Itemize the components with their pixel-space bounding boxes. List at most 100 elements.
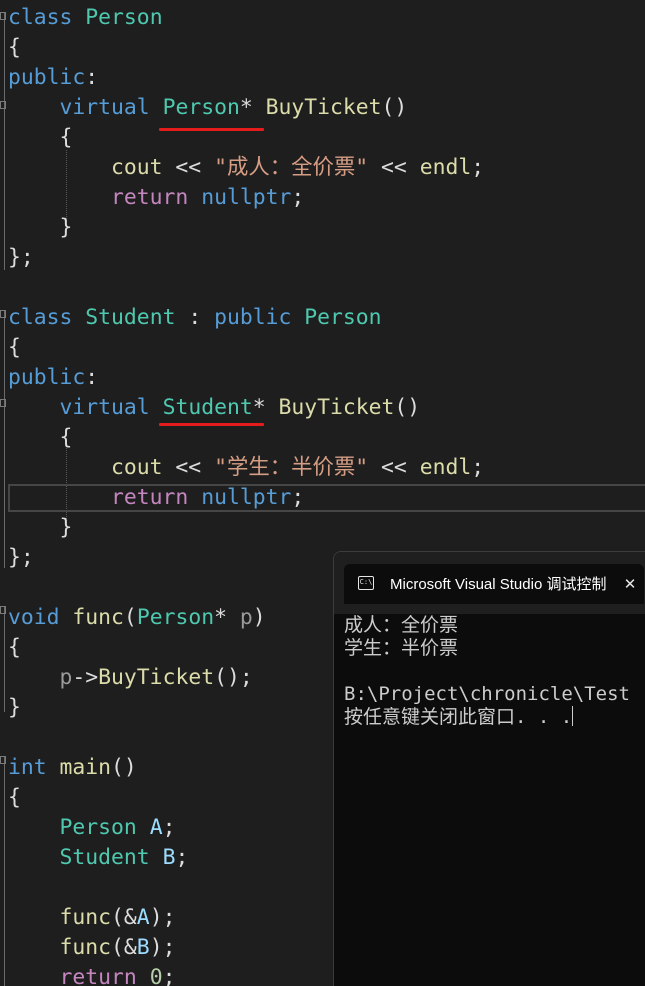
code-token: ;: [471, 454, 485, 480]
code-line[interactable]: cout << "学生：半价票" << endl;: [8, 453, 484, 483]
fold-region-line: [4, 12, 5, 270]
code-token: return: [59, 964, 137, 986]
fold-toggle-icon[interactable]: [0, 12, 6, 20]
code-token: }: [8, 694, 21, 720]
console-output[interactable]: 成人：全价票 学生：半价票 B:\Project\chronicle\Test …: [334, 614, 645, 986]
code-line[interactable]: Student B;: [8, 843, 189, 873]
code-token: virtual: [59, 94, 150, 120]
code-line[interactable]: return nullptr;: [8, 183, 304, 213]
code-token: A: [149, 814, 163, 840]
console-line: B:\Project\chronicle\Test: [344, 683, 630, 705]
console-line-prompt: 按任意键关闭此窗口. . .: [344, 706, 574, 729]
code-token: public: [214, 304, 292, 330]
code-token: func: [59, 904, 112, 930]
code-token: cout: [111, 154, 163, 180]
fold-toggle-icon[interactable]: [0, 399, 6, 407]
code-line[interactable]: p->BuyTicket();: [8, 663, 253, 693]
code-token: public: [8, 364, 86, 390]
code-token: func: [59, 934, 112, 960]
code-token: ;: [471, 154, 485, 180]
code-token: ): [252, 604, 266, 630]
code-line[interactable]: {: [8, 33, 21, 63]
debug-console-window[interactable]: C:\ Microsoft Visual Studio 调试控制台 ✕ 成人：全…: [333, 551, 645, 986]
code-line[interactable]: virtual Student* BuyTicket(): [8, 393, 421, 423]
code-line[interactable]: }: [8, 693, 21, 723]
code-token: );: [149, 904, 176, 930]
code-token: endl: [419, 154, 472, 180]
code-line[interactable]: virtual Person* BuyTicket(): [8, 93, 408, 123]
fold-toggle-icon[interactable]: [0, 756, 6, 764]
code-line[interactable]: class Person: [8, 3, 163, 33]
code-line[interactable]: return 0;: [8, 963, 176, 986]
code-token: (): [111, 754, 137, 780]
code-line[interactable]: {: [8, 783, 21, 813]
code-line[interactable]: {: [8, 123, 73, 153]
code-token: BuyTicket: [265, 94, 382, 120]
code-token: Person: [136, 604, 215, 630]
code-line[interactable]: func(&A);: [8, 903, 176, 933]
console-line: 成人：全价票: [344, 614, 459, 636]
code-token: 0: [149, 964, 163, 986]
console-line: 学生：半价票: [344, 637, 459, 659]
code-line[interactable]: {: [8, 423, 73, 453]
code-token: ;: [175, 844, 189, 870]
code-token: (&: [111, 934, 137, 960]
code-line[interactable]: Person A;: [8, 813, 176, 843]
code-line[interactable]: };: [8, 243, 34, 273]
code-line[interactable]: public:: [8, 363, 98, 393]
code-line[interactable]: }: [8, 213, 73, 243]
code-token: <<: [368, 154, 420, 180]
code-token: "学生：半价票": [214, 454, 369, 480]
code-token: {: [8, 334, 21, 360]
code-line[interactable]: }: [8, 513, 73, 543]
code-token: };: [8, 544, 34, 570]
code-token: :: [85, 364, 99, 390]
code-token: ;: [291, 184, 305, 210]
code-token: :: [175, 304, 215, 330]
code-token: <<: [162, 154, 215, 180]
code-line[interactable]: };: [8, 543, 34, 573]
fold-toggle-icon[interactable]: [0, 101, 6, 109]
fold-region-line: [4, 310, 5, 568]
code-line[interactable]: cout << "成人：全价票" << endl;: [8, 153, 484, 183]
code-token: {: [8, 124, 73, 150]
code-token: }: [8, 514, 73, 540]
code-line[interactable]: class Student : public Person: [8, 303, 382, 333]
code-token: ;: [162, 964, 176, 986]
code-token: B: [162, 844, 176, 870]
fold-region-line: [4, 606, 5, 712]
code-token: void: [8, 604, 60, 630]
console-tab[interactable]: C:\ Microsoft Visual Studio 调试控制台 ✕: [344, 564, 644, 604]
code-token: p: [59, 664, 73, 690]
console-titlebar[interactable]: C:\ Microsoft Visual Studio 调试控制台 ✕: [334, 552, 645, 614]
code-token: {: [8, 784, 21, 810]
red-underline-annotation: [159, 128, 264, 131]
console-window-icon: C:\: [358, 576, 374, 590]
code-token: Student: [59, 844, 150, 870]
code-line[interactable]: {: [8, 333, 21, 363]
code-line[interactable]: func(&B);: [8, 933, 176, 963]
code-line[interactable]: int main(): [8, 753, 137, 783]
code-line[interactable]: void func(Person* p): [8, 603, 266, 633]
close-icon[interactable]: ✕: [620, 572, 640, 596]
code-token: <<: [162, 454, 215, 480]
fold-toggle-icon[interactable]: [0, 310, 6, 318]
code-token: ->: [72, 664, 99, 690]
code-line[interactable]: return nullptr;: [8, 483, 304, 513]
code-line[interactable]: {: [8, 633, 21, 663]
code-line[interactable]: public:: [8, 63, 98, 93]
fold-toggle-icon[interactable]: [0, 606, 6, 614]
